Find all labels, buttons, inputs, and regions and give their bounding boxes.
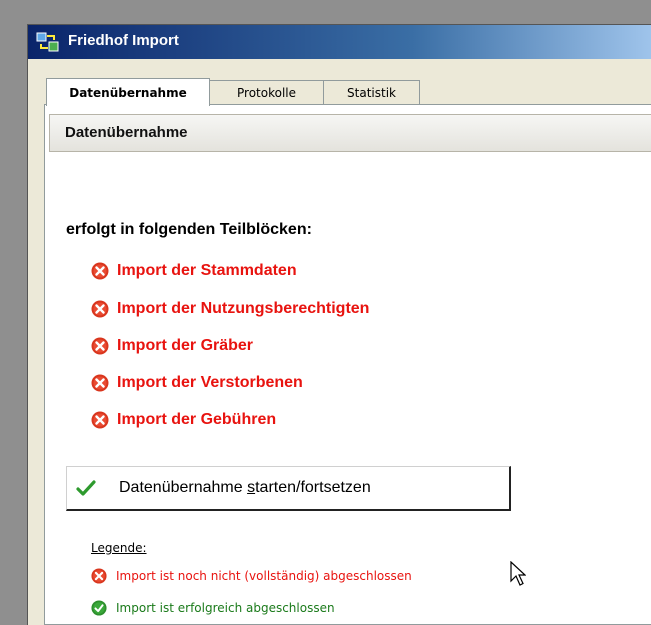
step-label: Import der Nutzungsberechtigten <box>117 300 370 317</box>
tab-statistik[interactable]: Statistik <box>323 80 420 105</box>
start-import-button-label: Datenübernahme starten/fortsetzen <box>119 479 371 496</box>
error-icon <box>91 568 107 584</box>
step-item: Import der Stammdaten <box>91 261 297 281</box>
app-transfer-icon <box>36 32 59 52</box>
legend-label: Import ist erfolgreich abgeschlossen <box>116 601 335 615</box>
error-icon <box>91 411 109 429</box>
tab-panel: Datenübernahme erfolgt in folgenden Teil… <box>44 104 651 625</box>
step-item: Import der Verstorbenen <box>91 373 303 393</box>
error-icon <box>91 374 109 392</box>
panel-header-title: Datenübernahme <box>65 124 188 141</box>
legend-label: Import ist noch nicht (vollständig) abge… <box>116 569 412 583</box>
success-icon <box>91 600 107 616</box>
step-item: Import der Gebühren <box>91 410 276 430</box>
step-label: Import der Gebühren <box>117 411 277 428</box>
panel-header: Datenübernahme <box>49 114 651 152</box>
intro-text: erfolgt in folgenden Teilblöcken: <box>66 221 312 238</box>
error-icon <box>91 300 109 318</box>
step-item: Import der Gräber <box>91 336 253 356</box>
legend-item-incomplete: Import ist noch nicht (vollständig) abge… <box>91 567 412 585</box>
legend-item-complete: Import ist erfolgreich abgeschlossen <box>91 599 335 617</box>
step-item: Import der Nutzungsberechtigten <box>91 299 369 319</box>
step-label: Import der Stammdaten <box>117 262 297 279</box>
mouse-cursor-icon <box>510 561 526 586</box>
window-title: Friedhof Import <box>68 32 179 49</box>
legend-title: Legende: <box>91 541 147 555</box>
step-label: Import der Gräber <box>117 337 254 354</box>
tab-datenuebernahme[interactable]: Datenübernahme <box>46 78 210 106</box>
checkmark-icon <box>76 480 96 496</box>
tab-protokolle[interactable]: Protokolle <box>208 80 325 105</box>
title-bar[interactable]: Friedhof Import <box>28 25 651 59</box>
step-label: Import der Verstorbenen <box>117 374 303 391</box>
friedhof-import-window: Friedhof Import Datenübernahme Protokoll… <box>27 24 651 625</box>
error-icon <box>91 337 109 355</box>
error-icon <box>91 262 109 280</box>
start-import-button[interactable]: Datenübernahme starten/fortsetzen <box>66 466 511 511</box>
